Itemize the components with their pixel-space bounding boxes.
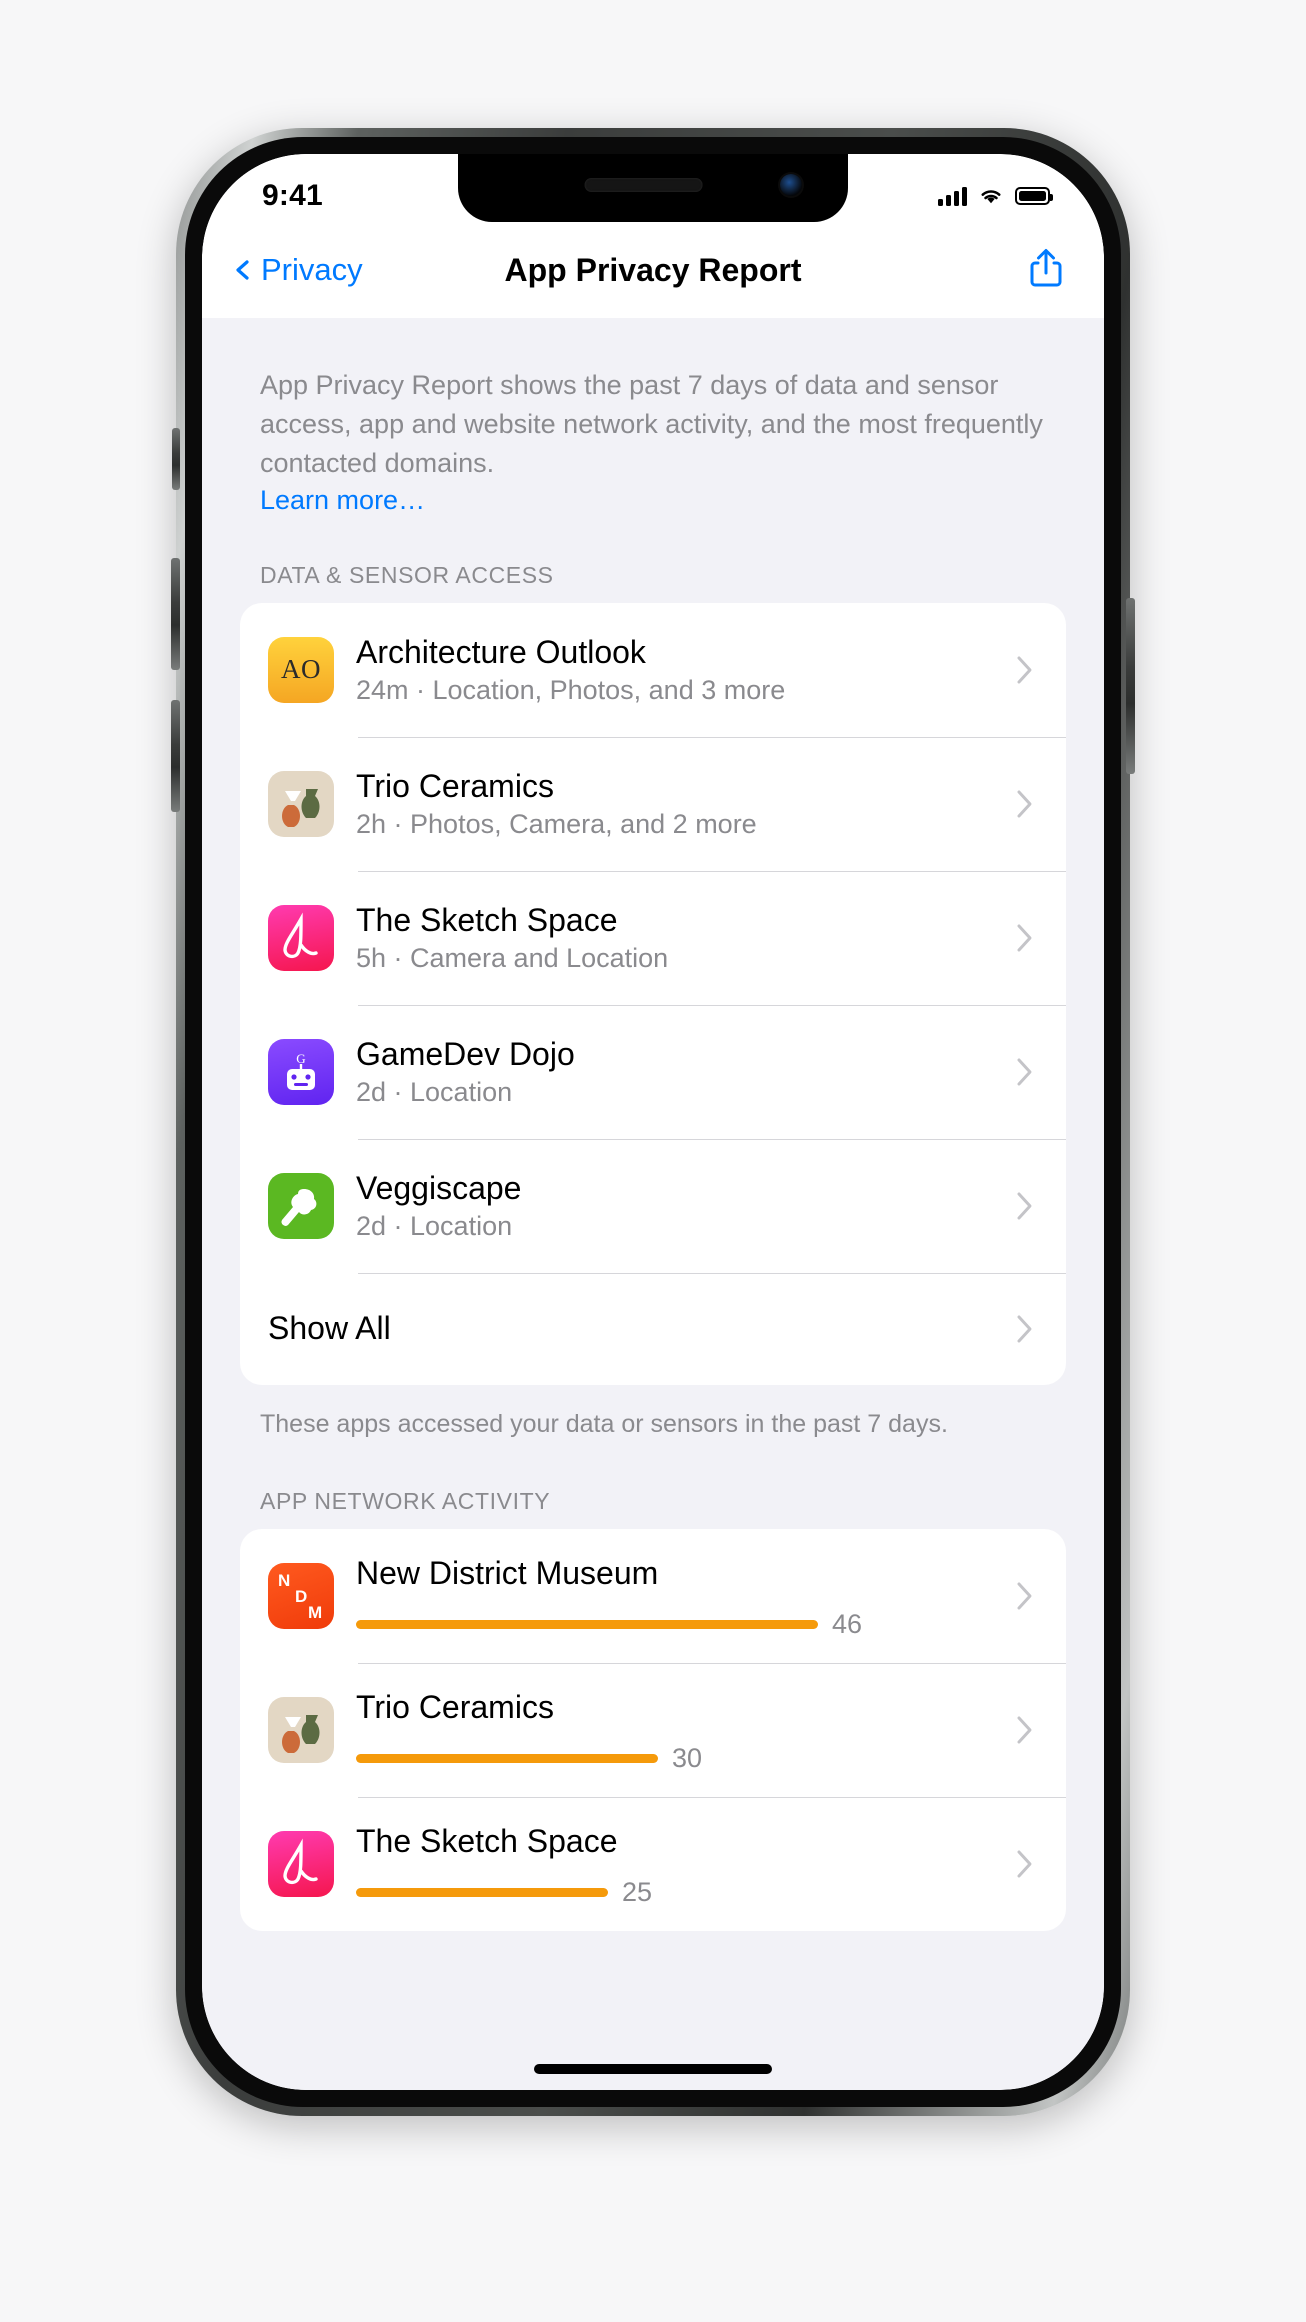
battery-icon: [1015, 187, 1053, 205]
the-sketch-space-icon: [268, 1831, 334, 1898]
trio-ceramics-icon: [268, 1697, 334, 1764]
list-item[interactable]: AO Architecture Outlook 24m · Location, …: [240, 603, 1066, 737]
list-item[interactable]: The Sketch Space 25: [240, 1797, 1066, 1931]
intro-block: App Privacy Report shows the past 7 days…: [202, 318, 1104, 516]
architecture-outlook-icon: AO: [268, 636, 334, 703]
list-item-body: Architecture Outlook 24m · Location, Pho…: [356, 612, 994, 728]
network-value: 46: [832, 1608, 863, 1639]
broccoli-art: [281, 1188, 317, 1226]
network-bar-row: 25: [356, 1877, 994, 1908]
chevron-right-icon: [1017, 656, 1032, 684]
share-button[interactable]: [1028, 247, 1064, 294]
home-indicator[interactable]: [534, 2064, 772, 2074]
data-sensor-access-card: AO Architecture Outlook 24m · Location, …: [240, 602, 1066, 1385]
app-name: Veggiscape: [356, 1169, 522, 1206]
notch: [458, 154, 848, 222]
list-item-body: The Sketch Space 25: [356, 1802, 994, 1925]
side-power-button[interactable]: [1126, 598, 1135, 774]
screenshot-root: 9:41 Privacy App Privacy Report App Priv…: [0, 0, 1306, 2322]
device-bezel: 9:41 Privacy App Privacy Report App Priv…: [202, 154, 1104, 2090]
intro-text: App Privacy Report shows the past 7 days…: [260, 370, 1043, 478]
ceramics-art: [282, 1715, 320, 1754]
mute-switch[interactable]: [172, 428, 180, 490]
chevron-right-icon: [1017, 1716, 1032, 1744]
app-name: New District Museum: [356, 1555, 659, 1592]
list-item-body: Veggiscape 2d · Location: [356, 1148, 994, 1264]
list-item[interactable]: Trio Ceramics 2h · Photos, Camera, and 2…: [240, 736, 1066, 871]
app-network-activity-card: NDM New District Museum 46 Trio Ceramics…: [240, 1529, 1066, 1932]
device-inner-bezel: 9:41 Privacy App Privacy Report App Priv…: [185, 137, 1121, 2107]
back-button-label: Privacy: [261, 252, 363, 287]
chevron-right-icon: [1017, 790, 1032, 818]
chevron-left-icon: [236, 260, 249, 280]
data-sensor-footnote: These apps accessed your data or sensors…: [260, 1409, 948, 1438]
earpiece-speaker-icon: [584, 178, 703, 192]
ceramics-art: [282, 788, 320, 827]
network-value: 30: [672, 1742, 703, 1773]
share-icon: [1030, 248, 1062, 286]
svg-text:G: G: [296, 1051, 305, 1066]
the-sketch-space-icon: [268, 904, 334, 971]
status-bar-time: 9:41: [262, 179, 323, 212]
network-bar: [356, 1753, 658, 1763]
gamedev-dojo-icon: G: [268, 1038, 334, 1105]
app-name: Trio Ceramics: [356, 1689, 554, 1726]
app-name: GameDev Dojo: [356, 1035, 575, 1072]
app-detail: 2h · Photos, Camera, and 2 more: [356, 808, 757, 839]
network-bar: [356, 1619, 818, 1629]
app-detail: 2d · Location: [356, 1210, 513, 1241]
app-name: The Sketch Space: [356, 1823, 618, 1860]
navigation-bar: Privacy App Privacy Report: [202, 222, 1104, 318]
chevron-right-icon: [1017, 1058, 1032, 1086]
device-screen: 9:41 Privacy App Privacy Report App Priv…: [202, 154, 1104, 2090]
front-camera-icon: [780, 174, 802, 196]
list-item[interactable]: Trio Ceramics 30: [240, 1663, 1066, 1797]
app-detail: 5h · Camera and Location: [356, 942, 669, 973]
chevron-right-icon: [1017, 1582, 1032, 1610]
chevron-right-icon: [1017, 1850, 1032, 1878]
network-bar: [356, 1887, 608, 1897]
volume-down-button[interactable]: [171, 700, 180, 812]
sketch-art: [283, 1838, 318, 1885]
list-item[interactable]: The Sketch Space 5h · Camera and Locatio…: [240, 870, 1066, 1005]
network-bar-row: 46: [356, 1609, 994, 1640]
show-all-body: Show All: [268, 1310, 994, 1347]
list-item-body: New District Museum 46: [356, 1534, 994, 1657]
list-item-body: GameDev Dojo 2d · Location: [356, 1014, 994, 1130]
network-bar-row: 30: [356, 1743, 994, 1774]
list-item-body: Trio Ceramics 30: [356, 1668, 994, 1791]
wifi-icon: [981, 190, 1001, 204]
app-icon-monogram: AO: [281, 654, 321, 685]
show-all-button[interactable]: Show All: [240, 1272, 1066, 1385]
app-detail: 2d · Location: [356, 1076, 513, 1107]
list-item-body: Trio Ceramics 2h · Photos, Camera, and 2…: [356, 746, 994, 862]
iphone-device-frame: 9:41 Privacy App Privacy Report App Priv…: [171, 128, 1135, 2116]
app-detail: 24m · Location, Photos, and 3 more: [356, 674, 786, 705]
learn-more-link[interactable]: Learn more…: [260, 485, 425, 516]
network-value: 25: [622, 1876, 653, 1907]
section-header-data-sensor-access: DATA & SENSOR ACCESS: [260, 561, 554, 588]
list-item[interactable]: G GameDev Dojo 2d · Location: [240, 1004, 1066, 1139]
section-header-app-network-activity: APP NETWORK ACTIVITY: [260, 1488, 551, 1515]
trio-ceramics-icon: [268, 770, 334, 837]
chevron-right-icon: [1017, 1192, 1032, 1220]
volume-up-button[interactable]: [171, 558, 180, 670]
cellular-signal-icon: [938, 186, 967, 206]
chevron-right-icon: [1017, 924, 1032, 952]
back-button[interactable]: Privacy: [232, 252, 363, 288]
app-name: The Sketch Space: [356, 901, 618, 938]
app-name: Trio Ceramics: [356, 767, 554, 804]
robot-art: G: [287, 1051, 315, 1090]
show-all-label: Show All: [268, 1310, 391, 1347]
app-name: Architecture Outlook: [356, 633, 646, 670]
chevron-right-icon: [1017, 1315, 1032, 1343]
sketch-art: [283, 912, 318, 958]
list-item[interactable]: Veggiscape 2d · Location: [240, 1138, 1066, 1273]
new-district-museum-icon: NDM: [268, 1563, 334, 1630]
list-item[interactable]: NDM New District Museum 46: [240, 1529, 1066, 1663]
settings-content[interactable]: App Privacy Report shows the past 7 days…: [202, 318, 1104, 2090]
list-item-body: The Sketch Space 5h · Camera and Locatio…: [356, 880, 994, 996]
veggiscape-icon: [268, 1172, 334, 1239]
status-bar-indicators: [938, 186, 1053, 206]
